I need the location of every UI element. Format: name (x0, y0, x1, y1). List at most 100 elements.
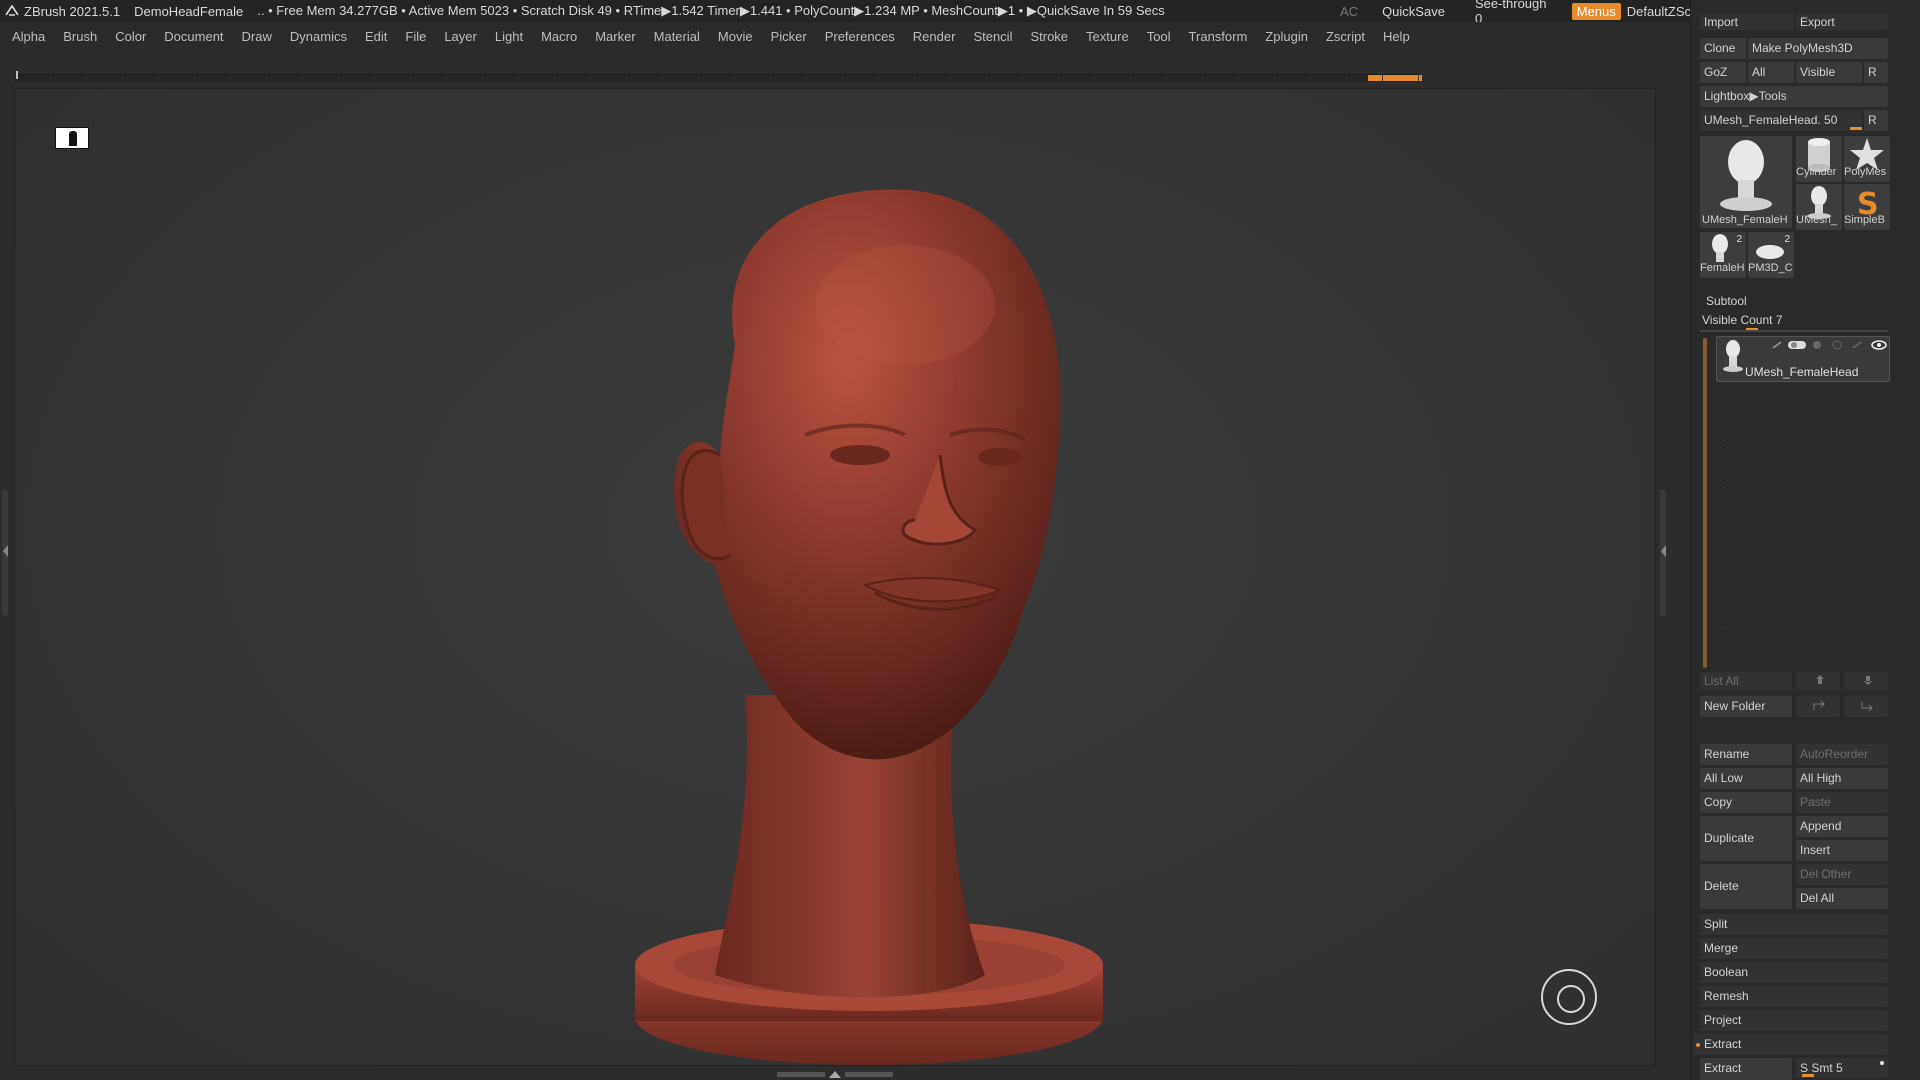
subtool-empty-slot (1723, 487, 1724, 488)
perspective-toggle-icon[interactable] (55, 127, 89, 149)
all-low-button[interactable]: All Low (1700, 768, 1792, 789)
menu-tool[interactable]: Tool (1147, 29, 1171, 44)
timeline-segment (662, 75, 663, 81)
circle-half-icon[interactable] (1811, 340, 1823, 350)
tool-label-0: UMesh_FemaleH (1702, 214, 1788, 226)
goz-all-button[interactable]: All (1748, 62, 1794, 83)
toggle-icon[interactable] (1787, 340, 1807, 350)
project-button[interactable]: Project (1700, 1010, 1888, 1031)
visible-count-track (1700, 330, 1888, 332)
extract-button[interactable]: Extract (1700, 1058, 1792, 1080)
menus-button[interactable]: Menus (1571, 2, 1621, 20)
menu-bar: Alpha Brush Color Document Draw Dynamics Edit F… (0, 22, 1690, 50)
left-tray-handle[interactable] (2, 490, 8, 616)
make-polymesh-button[interactable]: Make PolyMesh3D (1748, 38, 1888, 59)
split-button[interactable]: Split (1700, 914, 1888, 935)
all-high-button[interactable]: All High (1796, 768, 1888, 789)
folder-down-button[interactable] (1844, 696, 1888, 717)
timeline-marker[interactable] (1368, 75, 1422, 81)
timeline-cursor[interactable] (16, 71, 18, 79)
timeline[interactable] (14, 71, 1422, 82)
menu-draw[interactable]: Draw (242, 29, 272, 44)
timeline-segment (230, 75, 231, 81)
current-tool-r-button[interactable]: R (1864, 110, 1888, 131)
goz-button[interactable]: GoZ (1700, 62, 1746, 83)
subtool-header[interactable]: Subtool (1706, 294, 1747, 308)
menu-edit[interactable]: Edit (365, 29, 387, 44)
goz-visible-button[interactable]: Visible (1796, 62, 1862, 83)
menu-stroke[interactable]: Stroke (1030, 29, 1068, 44)
folder-up-button[interactable] (1796, 696, 1840, 717)
subtool-list[interactable] (1703, 338, 1887, 676)
move-up-button[interactable] (1796, 672, 1840, 690)
menu-color[interactable]: Color (115, 29, 146, 44)
merge-button[interactable]: Merge (1700, 938, 1888, 959)
bottom-tray-handle[interactable] (770, 1070, 900, 1078)
menu-zplugin[interactable]: Zplugin (1265, 29, 1308, 44)
menu-stencil[interactable]: Stencil (973, 29, 1012, 44)
circle-half-icon[interactable] (1831, 340, 1843, 350)
insert-button[interactable]: Insert (1796, 840, 1888, 861)
right-tray-handle[interactable] (1660, 490, 1666, 616)
rename-button[interactable]: Rename (1700, 744, 1792, 765)
export-button[interactable]: Export (1796, 14, 1888, 30)
current-tool-slider[interactable]: UMesh_FemaleHead. 50 (1700, 110, 1862, 131)
menu-file[interactable]: File (405, 29, 426, 44)
remesh-button[interactable]: Remesh (1700, 986, 1888, 1007)
menu-transform[interactable]: Transform (1189, 29, 1248, 44)
boolean-button[interactable]: Boolean (1700, 962, 1888, 983)
brush-icon[interactable] (1851, 340, 1863, 350)
autoreorder-button[interactable]: AutoReorder (1796, 744, 1888, 765)
navigation-gizmo-icon[interactable] (1541, 969, 1597, 1025)
timeline-segment (1130, 75, 1131, 81)
menu-layer[interactable]: Layer (444, 29, 477, 44)
move-down-button[interactable] (1844, 672, 1888, 690)
lightbox-tools-button[interactable]: Lightbox▶Tools (1700, 86, 1888, 107)
menu-picker[interactable]: Picker (771, 29, 807, 44)
s-smt-fill (1802, 1074, 1814, 1077)
duplicate-button[interactable]: Duplicate (1700, 816, 1792, 861)
subtool-item[interactable]: UMesh_FemaleHead (1716, 336, 1890, 382)
import-button[interactable]: Import (1700, 14, 1794, 30)
copy-button[interactable]: Copy (1700, 792, 1792, 813)
s-smt-slider[interactable]: S Smt 5 (1796, 1058, 1888, 1078)
tool-label-5: FemaleH (1700, 262, 1745, 274)
timeline-segment (482, 75, 483, 81)
menu-macro[interactable]: Macro (541, 29, 577, 44)
visible-count-slider[interactable]: Visible Count 7 (1702, 313, 1783, 331)
menu-marker[interactable]: Marker (595, 29, 635, 44)
timeline-segment (374, 75, 375, 81)
extract-section[interactable]: Extract (1694, 1034, 1888, 1055)
menu-alpha[interactable]: Alpha (12, 29, 45, 44)
menu-render[interactable]: Render (913, 29, 956, 44)
new-folder-button[interactable]: New Folder (1700, 696, 1792, 717)
timeline-segment (878, 75, 879, 81)
list-all-button[interactable]: List All (1700, 672, 1792, 690)
menu-movie[interactable]: Movie (718, 29, 753, 44)
goz-r-button[interactable]: R (1864, 62, 1888, 83)
menu-help[interactable]: Help (1383, 29, 1410, 44)
head-model[interactable] (605, 135, 1125, 1080)
del-all-button[interactable]: Del All (1796, 888, 1888, 909)
clone-button[interactable]: Clone (1700, 38, 1746, 59)
canvas-viewport[interactable] (14, 88, 1656, 1066)
menu-zscript[interactable]: Zscript (1326, 29, 1365, 44)
eye-icon[interactable] (1871, 339, 1887, 351)
ac-label[interactable]: AC (1340, 4, 1358, 19)
menu-document[interactable]: Document (164, 29, 223, 44)
timeline-segment (914, 75, 915, 81)
menu-dynamics[interactable]: Dynamics (290, 29, 347, 44)
timeline-segment (338, 75, 339, 81)
menu-light[interactable]: Light (495, 29, 523, 44)
menu-texture[interactable]: Texture (1086, 29, 1129, 44)
menu-preferences[interactable]: Preferences (825, 29, 895, 44)
subtool-scrollbar[interactable] (1703, 338, 1707, 668)
quicksave-button[interactable]: QuickSave (1382, 4, 1445, 19)
append-button[interactable]: Append (1796, 816, 1888, 837)
menu-brush[interactable]: Brush (63, 29, 97, 44)
paste-button[interactable]: Paste (1796, 792, 1888, 813)
menu-material[interactable]: Material (654, 29, 700, 44)
brush-icon[interactable] (1771, 340, 1783, 350)
del-other-button[interactable]: Del Other (1796, 864, 1888, 885)
delete-button[interactable]: Delete (1700, 864, 1792, 909)
